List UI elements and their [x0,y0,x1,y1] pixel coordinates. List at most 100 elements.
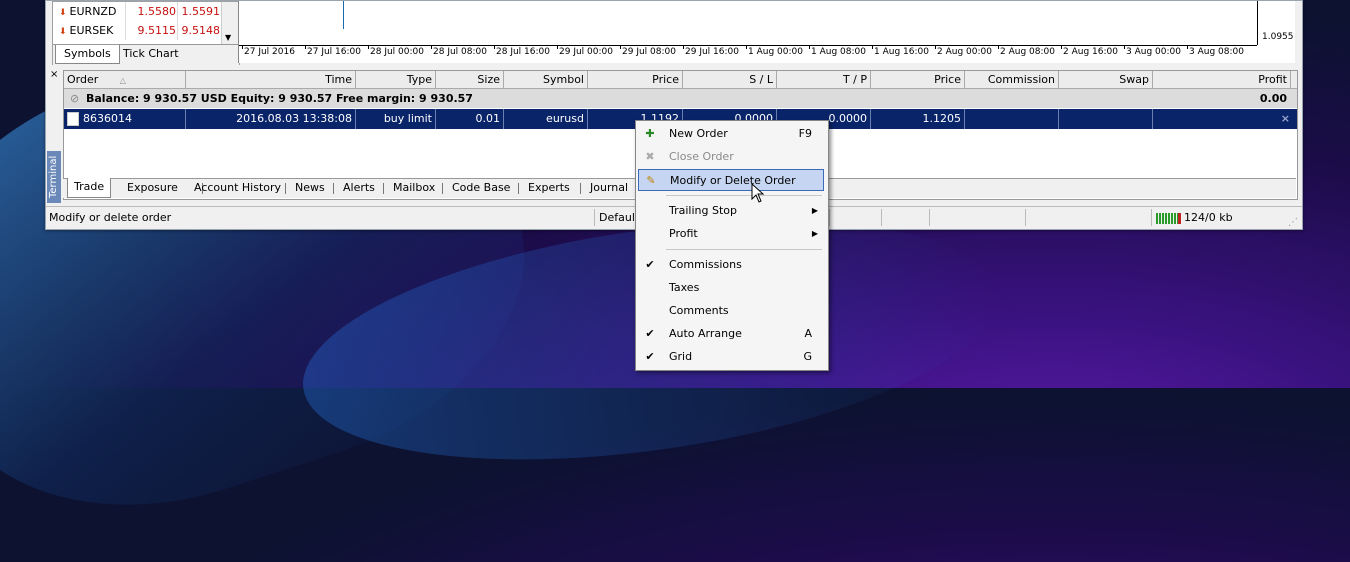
time-axis-tick [1061,45,1062,49]
new-order-icon: ✚ [645,127,655,140]
time-axis-label: 28 Jul 16:00 [496,47,550,57]
time-axis-label: 3 Aug 00:00 [1126,47,1181,57]
scroll-down-arrow-icon[interactable]: ▼ [225,33,231,42]
order-symbol: eurusd [504,109,588,129]
column-type[interactable]: Type [356,71,436,88]
tab-separator [442,183,443,194]
menu-item-commissions[interactable]: ✔ Commissions [638,254,824,276]
balance-row[interactable]: ⊘ Balance: 9 930.57 USD Equity: 9 930.57… [64,89,1297,108]
order-size: 0.01 [436,109,504,129]
time-axis-label: 1 Aug 00:00 [748,47,803,57]
time-axis-tick [998,45,999,49]
mouse-cursor-icon [751,183,765,203]
menu-separator [666,249,822,250]
menu-item-grid[interactable]: ✔ Grid G [638,346,824,368]
time-axis-label: 27 Jul 16:00 [307,47,361,57]
column-time[interactable]: Time [186,71,356,88]
balance-summary: Balance: 9 930.57 USD Equity: 9 930.57 F… [86,92,473,105]
status-cell [1025,209,1151,226]
terminal-side-bar: × Terminal [46,67,62,203]
time-axis-label: 2 Aug 00:00 [937,47,992,57]
tab-journal[interactable]: Journal [584,179,634,197]
close-order-icon: ✖ [645,150,655,163]
time-axis-label: 3 Aug 08:00 [1189,47,1244,57]
time-axis-tick [494,45,495,49]
time-axis-tick [683,45,684,49]
price-down-arrow-icon: ⬇ [59,27,67,37]
status-cell [829,209,881,226]
tab-separator [580,183,581,194]
status-hint: Modify or delete order [49,211,172,224]
market-watch-scrollbar[interactable]: ▼ [221,2,238,44]
tab-separator [285,183,286,194]
menu-item-new-order[interactable]: ✚ New Order F9 [638,123,824,145]
tab-exposure[interactable]: Exposure [121,179,184,197]
time-axis-tick [305,45,306,49]
time-axis-label: 29 Jul 00:00 [559,47,613,57]
pending-order-icon [67,112,79,126]
terminal-label: Terminal [47,151,61,203]
time-axis-label: 29 Jul 16:00 [685,47,739,57]
market-watch-row[interactable]: ⬇ EURNZD 1.5580 1.5591 [53,2,223,21]
delete-order-icon[interactable]: × [1281,112,1290,125]
tab-separator [333,183,334,194]
context-menu: ✚ New Order F9 ✖ Close Order ✎ Modify or… [635,120,829,371]
price-down-arrow-icon: ⬇ [59,8,67,18]
price-chart[interactable]: 1.0955 27 Jul 2016 27 Jul 16:00 28 Jul 00:… [238,1,1295,63]
time-axis-tick [557,45,558,49]
close-icon[interactable]: × [50,69,58,80]
time-axis-tick [809,45,810,49]
tab-mailbox[interactable]: Mailbox [387,179,441,197]
order-id: 8636014 [83,112,132,125]
chart-time-axis [239,45,1257,46]
column-profit[interactable]: Profit [1153,71,1291,88]
tab-trade[interactable]: Trade [67,178,112,198]
checkmark-icon: ✔ [645,258,655,271]
time-axis-label: 1 Aug 16:00 [874,47,929,57]
tab-account-history[interactable]: Account History [188,179,287,197]
time-axis-tick [746,45,747,49]
resize-grip-icon[interactable]: ⋰ [1288,213,1298,233]
menu-item-taxes[interactable]: Taxes [638,277,824,299]
status-cell [929,209,1025,226]
column-current-price[interactable]: Price [871,71,965,88]
tab-tick-chart[interactable]: Tick Chart [115,45,187,63]
column-commission[interactable]: Commission [965,71,1059,88]
menu-separator [666,195,822,196]
column-stop-loss[interactable]: S / L [683,71,777,88]
order-commission [965,109,1059,129]
tab-alerts[interactable]: Alerts [337,179,381,197]
column-swap[interactable]: Swap [1059,71,1153,88]
menu-item-modify-order[interactable]: ✎ Modify or Delete Order [638,169,824,191]
column-symbol[interactable]: Symbol [504,71,588,88]
column-price[interactable]: Price [588,71,683,88]
traffic-label: 124/0 kb [1184,211,1233,224]
menu-item-profit[interactable]: Profit ▶ [638,223,824,245]
market-watch-row[interactable]: ⬇ EURSEK 9.5115 9.5148 [53,21,223,40]
time-axis-tick [242,45,243,49]
order-type: buy limit [356,109,436,129]
order-current-price: 1.1205 [871,109,965,129]
menu-item-trailing-stop[interactable]: Trailing Stop ▶ [638,200,824,222]
time-axis-tick [368,45,369,49]
chart-candle [343,1,344,29]
column-order[interactable]: Order △ [64,71,186,88]
time-axis-tick [935,45,936,49]
order-swap [1059,109,1153,129]
column-take-profit[interactable]: T / P [777,71,871,88]
connection-bars-icon [1156,212,1181,224]
status-cell [881,209,929,226]
modify-order-icon: ✎ [646,174,656,187]
tab-news[interactable]: News [289,179,331,197]
menu-item-comments[interactable]: Comments [638,300,824,322]
menu-item-auto-arrange[interactable]: ✔ Auto Arrange A [638,323,824,345]
tab-code-base[interactable]: Code Base [446,179,516,197]
time-axis-tick [872,45,873,49]
tab-symbols[interactable]: Symbols [55,45,120,64]
column-size[interactable]: Size [436,71,504,88]
chart-price-axis [1257,1,1258,45]
tab-experts[interactable]: Experts [522,179,576,197]
connection-status[interactable]: 124/0 kb [1151,209,1277,226]
menu-item-close-order[interactable]: ✖ Close Order [638,146,824,168]
time-axis-tick [1124,45,1125,49]
